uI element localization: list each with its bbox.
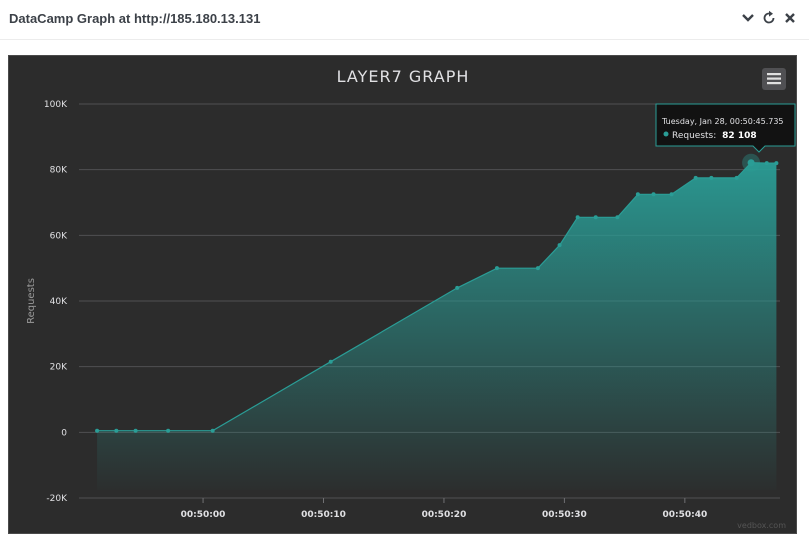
window-title: DataCamp Graph at http://185.180.13.131 — [9, 11, 261, 26]
y-tick-label: 20K — [50, 363, 68, 373]
series-point[interactable] — [709, 175, 714, 180]
x-tick-label: 00:50:00 — [181, 510, 226, 520]
series-point[interactable] — [764, 161, 769, 166]
tooltip-value: 82 108 — [722, 131, 756, 141]
series-point[interactable] — [535, 266, 540, 271]
y-axis-ticks: -20K 0 20K 40K 60K 80K 100K — [44, 100, 68, 504]
series-area-fill — [97, 162, 777, 490]
tooltip-box — [655, 103, 796, 153]
y-tick-label: 80K — [50, 166, 68, 176]
layer7-chart: -20K020K40K60K80K100K 00:50:00 00:50:10 00… — [26, 67, 796, 530]
series-point[interactable] — [328, 359, 333, 364]
chart-tooltip: Tuesday, Jan 28, 00:50:45.735 Requests: … — [655, 103, 796, 172]
chart-panel: -20K 0 20K 40K 60K 80K 100K 00:50:00 00:50:10 00… — [8, 55, 797, 534]
series-point[interactable] — [114, 428, 119, 433]
tooltip-header: Tuesday, Jan 28, 00:50:45.735 — [661, 117, 784, 126]
y-tick-label: 60K — [50, 231, 68, 241]
x-tick-label: 00:50:30 — [542, 510, 587, 520]
series-point[interactable] — [557, 243, 562, 248]
tooltip-series-name: Requests: — [672, 131, 716, 141]
chevron-down-icon[interactable] — [740, 9, 756, 27]
y-axis-title: Requests — [26, 278, 37, 324]
series-point[interactable] — [133, 428, 138, 433]
series-point[interactable] — [635, 192, 640, 197]
y-tick-label: 100K — [44, 100, 68, 110]
refresh-icon[interactable] — [761, 9, 777, 27]
series-point[interactable] — [651, 192, 656, 197]
y-tick-label: 40K — [50, 297, 68, 307]
chart-credit: vedbox.com — [737, 521, 786, 530]
series-point[interactable] — [575, 215, 580, 220]
series-point[interactable] — [455, 285, 460, 290]
series-point[interactable] — [210, 428, 215, 433]
series-point[interactable] — [95, 428, 100, 433]
y-tick-label: 0 — [61, 428, 67, 438]
x-tick-label: 00:50:40 — [662, 510, 707, 520]
y-tick-label: -20K — [46, 494, 68, 504]
x-tick-label: 00:50:20 — [422, 510, 467, 520]
series-point[interactable] — [669, 192, 674, 197]
series-point[interactable] — [734, 175, 739, 180]
hamburger-menu-icon[interactable] — [762, 68, 786, 90]
series-point[interactable] — [774, 161, 779, 166]
tooltip-line: Requests: 82 108 — [672, 131, 757, 141]
series-point[interactable] — [494, 266, 499, 271]
window-titlebar: DataCamp Graph at http://185.180.13.131 — [0, 0, 809, 40]
series-point[interactable] — [693, 175, 698, 180]
series-point[interactable] — [593, 215, 598, 220]
tooltip-series-marker — [663, 131, 669, 137]
x-axis-ticks: 00:50:00 00:50:10 00:50:20 00:50:30 00:50:40 — [181, 498, 707, 520]
close-icon[interactable] — [782, 9, 798, 27]
hover-point — [747, 159, 755, 167]
series-point[interactable] — [615, 215, 620, 220]
x-tick-label: 00:50:10 — [301, 510, 346, 520]
series-point[interactable] — [166, 428, 171, 433]
chart-title: LAYER7 GRAPH — [337, 67, 470, 86]
